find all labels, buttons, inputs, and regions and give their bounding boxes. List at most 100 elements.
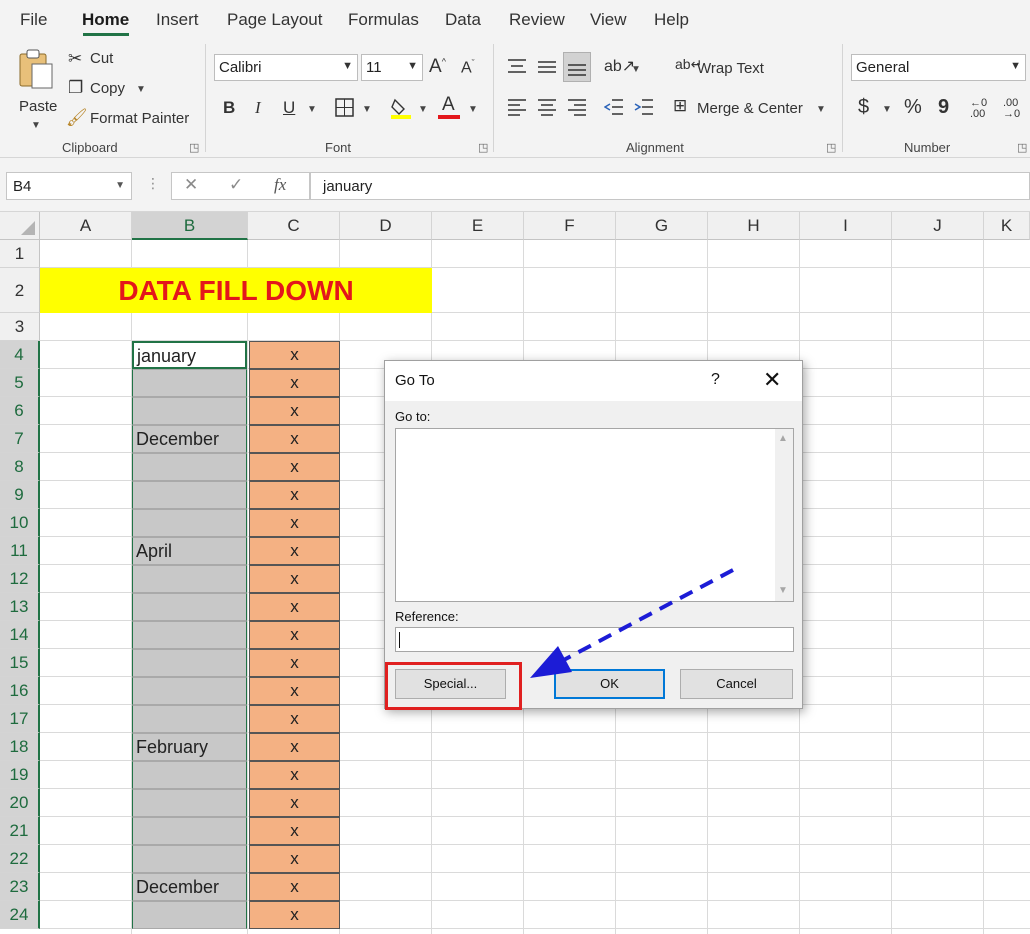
align-left-icon[interactable] — [507, 98, 527, 116]
column-header-c[interactable]: C — [248, 212, 340, 240]
increase-indent-icon[interactable] — [634, 98, 654, 116]
cell-c23[interactable]: x — [249, 873, 340, 901]
font-launcher-icon[interactable]: ◳ — [478, 141, 488, 154]
row-header-12[interactable]: 12 — [0, 565, 40, 593]
align-center-icon[interactable] — [537, 98, 557, 116]
column-header-e[interactable]: E — [432, 212, 524, 240]
row-header-2[interactable]: 2 — [0, 268, 40, 313]
row-header-3[interactable]: 3 — [0, 313, 40, 341]
column-header-j[interactable]: J — [892, 212, 984, 240]
cell-b11[interactable]: April — [132, 537, 247, 565]
cell-b23[interactable]: December — [132, 873, 247, 901]
row-header-10[interactable]: 10 — [0, 509, 40, 537]
cell-b13[interactable] — [132, 593, 247, 621]
font-color-icon[interactable]: A — [442, 94, 455, 116]
row-header-22[interactable]: 22 — [0, 845, 40, 873]
cell-b21[interactable] — [132, 817, 247, 845]
row-header-4[interactable]: 4 — [0, 341, 40, 369]
row-header-6[interactable]: 6 — [0, 397, 40, 425]
tab-file[interactable]: File — [20, 10, 47, 30]
align-bottom-button[interactable] — [563, 52, 591, 82]
cell-c17[interactable]: x — [249, 705, 340, 733]
cell-c14[interactable]: x — [249, 621, 340, 649]
bold-button[interactable]: B — [223, 98, 235, 118]
wrap-text-button[interactable]: Wrap Text — [697, 60, 764, 77]
tab-help[interactable]: Help — [654, 10, 689, 30]
currency-button[interactable]: $ — [858, 96, 869, 119]
align-middle-icon[interactable] — [537, 58, 557, 76]
title-cell[interactable]: DATA FILL DOWN — [40, 268, 432, 313]
italic-button[interactable]: I — [255, 98, 261, 118]
cell-c4[interactable]: x — [249, 341, 340, 369]
align-top-icon[interactable] — [507, 58, 527, 76]
reference-input[interactable] — [395, 627, 794, 652]
ok-button[interactable]: OK — [554, 669, 665, 699]
row-header-16[interactable]: 16 — [0, 677, 40, 705]
tab-page-layout[interactable]: Page Layout — [227, 10, 322, 30]
row-header-13[interactable]: 13 — [0, 593, 40, 621]
cell-c16[interactable]: x — [249, 677, 340, 705]
cell-b24[interactable] — [132, 901, 247, 929]
cell-c24[interactable]: x — [249, 901, 340, 929]
cell-c6[interactable]: x — [249, 397, 340, 425]
row-header-15[interactable]: 15 — [0, 649, 40, 677]
paste-button[interactable]: Paste ▼ — [14, 46, 58, 134]
cell-b12[interactable] — [132, 565, 247, 593]
cell-c21[interactable]: x — [249, 817, 340, 845]
column-header-h[interactable]: H — [708, 212, 800, 240]
cell-b18[interactable]: February — [132, 733, 247, 761]
chevron-down-icon[interactable]: ▼ — [468, 104, 478, 115]
column-header-b[interactable]: B — [132, 212, 248, 240]
cell-c18[interactable]: x — [249, 733, 340, 761]
column-header-g[interactable]: G — [616, 212, 708, 240]
row-header-11[interactable]: 11 — [0, 537, 40, 565]
formula-input[interactable]: january — [310, 172, 1030, 200]
number-format-select[interactable]: General ▼ — [851, 54, 1026, 81]
row-header-14[interactable]: 14 — [0, 621, 40, 649]
fill-color-icon[interactable] — [390, 96, 412, 120]
borders-icon[interactable] — [335, 98, 355, 118]
goto-scrollbar[interactable]: ▲ ▼ — [775, 429, 793, 601]
cell-b5[interactable] — [132, 369, 247, 397]
row-header-24[interactable]: 24 — [0, 901, 40, 929]
row-header-9[interactable]: 9 — [0, 481, 40, 509]
column-header-a[interactable]: A — [40, 212, 132, 240]
cell-b22[interactable] — [132, 845, 247, 873]
close-icon[interactable]: ✕ — [763, 367, 781, 393]
number-launcher-icon[interactable]: ◳ — [1017, 141, 1027, 154]
row-header-21[interactable]: 21 — [0, 817, 40, 845]
column-header-d[interactable]: D — [340, 212, 432, 240]
cell-b9[interactable] — [132, 481, 247, 509]
cell-c20[interactable]: x — [249, 789, 340, 817]
tab-review[interactable]: Review — [509, 10, 565, 30]
row-header-23[interactable]: 23 — [0, 873, 40, 901]
format-painter-button[interactable]: Format Painter — [90, 110, 189, 127]
increase-font-icon[interactable]: A^ — [429, 56, 446, 78]
cancel-icon[interactable]: ✕ — [184, 175, 198, 195]
chevron-down-icon[interactable]: ▼ — [307, 104, 317, 115]
help-icon[interactable]: ? — [711, 371, 720, 389]
chevron-down-icon[interactable]: ▼ — [362, 104, 372, 115]
align-right-icon[interactable] — [567, 98, 587, 116]
cell-c5[interactable]: x — [249, 369, 340, 397]
column-header-k[interactable]: K — [984, 212, 1030, 240]
cell-c19[interactable]: x — [249, 761, 340, 789]
decrease-font-icon[interactable]: Aˇ — [461, 58, 475, 77]
chevron-down-icon[interactable]: ▼ — [882, 104, 892, 115]
tab-data[interactable]: Data — [445, 10, 481, 30]
cell-c10[interactable]: x — [249, 509, 340, 537]
goto-list[interactable]: ▲ ▼ — [395, 428, 794, 602]
row-header-20[interactable]: 20 — [0, 789, 40, 817]
tab-formulas[interactable]: Formulas — [348, 10, 419, 30]
increase-decimal-icon[interactable]: ←0.00 — [970, 98, 987, 120]
tab-view[interactable]: View — [590, 10, 627, 30]
chevron-up-icon[interactable]: ▲ — [778, 433, 788, 444]
cell-b17[interactable] — [132, 705, 247, 733]
column-header-i[interactable]: I — [800, 212, 892, 240]
tab-home[interactable]: Home — [82, 10, 129, 30]
row-header-18[interactable]: 18 — [0, 733, 40, 761]
row-header-17[interactable]: 17 — [0, 705, 40, 733]
merge-center-button[interactable]: Merge & Center — [697, 100, 803, 117]
decrease-decimal-icon[interactable]: .00 →0 — [1003, 98, 1020, 120]
row-header-7[interactable]: 7 — [0, 425, 40, 453]
